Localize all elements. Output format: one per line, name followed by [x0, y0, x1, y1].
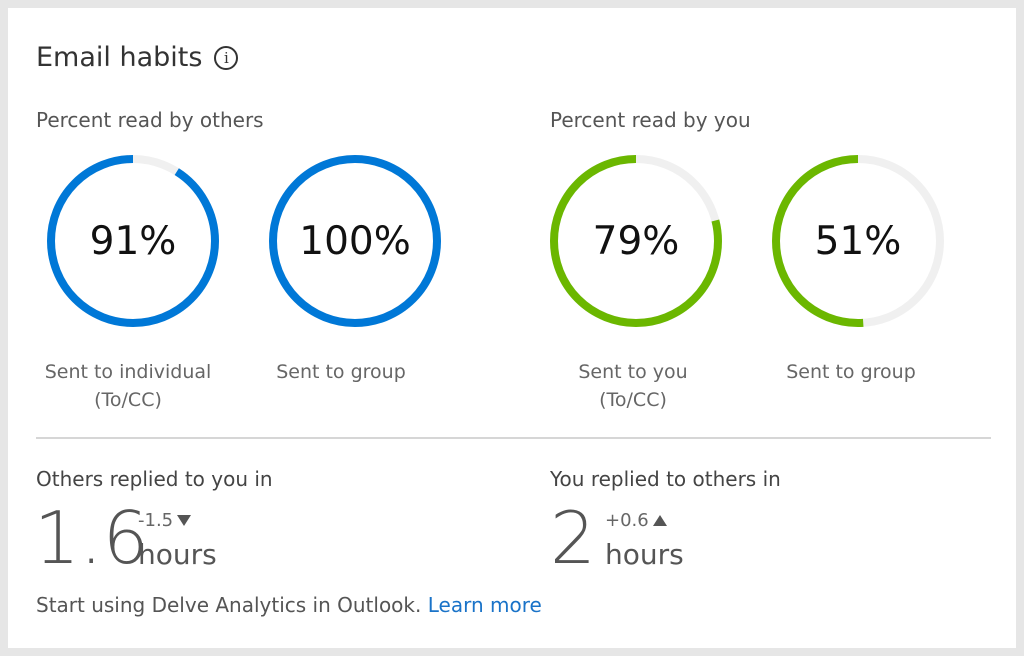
donut-sent-to-group-others: 100% [265, 151, 445, 331]
footer: Start using Delve Analytics in Outlook. … [36, 593, 542, 617]
others-replied-label: Others replied to you in [36, 467, 273, 491]
percent-value: 100% [299, 218, 411, 264]
donut-sent-to-group-you: 51% [768, 151, 948, 331]
read-by-others-label: Percent read by others [36, 108, 264, 132]
triangle-down-icon [177, 515, 192, 526]
donut-sent-to-individual: 91% [43, 151, 223, 331]
you-replied-unit: hours [605, 538, 684, 571]
caption-line: (To/CC) [94, 389, 162, 411]
caption-sent-to-group-you: Sent to group [741, 358, 961, 386]
you-replied-delta: +0.6 [605, 510, 667, 531]
footer-text: Start using Delve Analytics in Outlook. [36, 593, 422, 617]
donut-sent-to-you: 79% [546, 151, 726, 331]
read-by-you-label: Percent read by you [550, 108, 751, 132]
you-replied-value: 2 [550, 496, 596, 580]
percent-value: 51% [814, 218, 902, 264]
others-replied-delta: -1.5 [138, 510, 192, 531]
info-icon[interactable]: i [214, 45, 239, 70]
triangle-up-icon [652, 515, 667, 526]
card-title: Email habits [36, 42, 203, 73]
caption-sent-to-individual: Sent to individual (To/CC) [18, 358, 238, 414]
delta-value: +0.6 [605, 510, 649, 531]
caption-line: Sent to group [786, 361, 916, 383]
caption-sent-to-you: Sent to you (To/CC) [523, 358, 743, 414]
card-header: Email habits i [36, 42, 239, 73]
caption-line: Sent to individual [44, 361, 212, 383]
learn-more-link[interactable]: Learn more [428, 593, 542, 617]
others-replied-unit: hours [138, 538, 217, 571]
percent-value: 79% [592, 218, 680, 264]
divider [36, 437, 991, 439]
percent-value: 91% [89, 218, 177, 264]
you-replied-label: You replied to others in [550, 467, 781, 491]
others-replied-value: 1.6 [34, 496, 149, 580]
caption-line: Sent to group [276, 361, 406, 383]
caption-line: Sent to you [578, 361, 688, 383]
email-habits-card: Email habits i Percent read by others Pe… [8, 8, 1016, 648]
caption-line: (To/CC) [599, 389, 667, 411]
delta-value: -1.5 [138, 510, 174, 531]
caption-sent-to-group-others: Sent to group [231, 358, 451, 386]
